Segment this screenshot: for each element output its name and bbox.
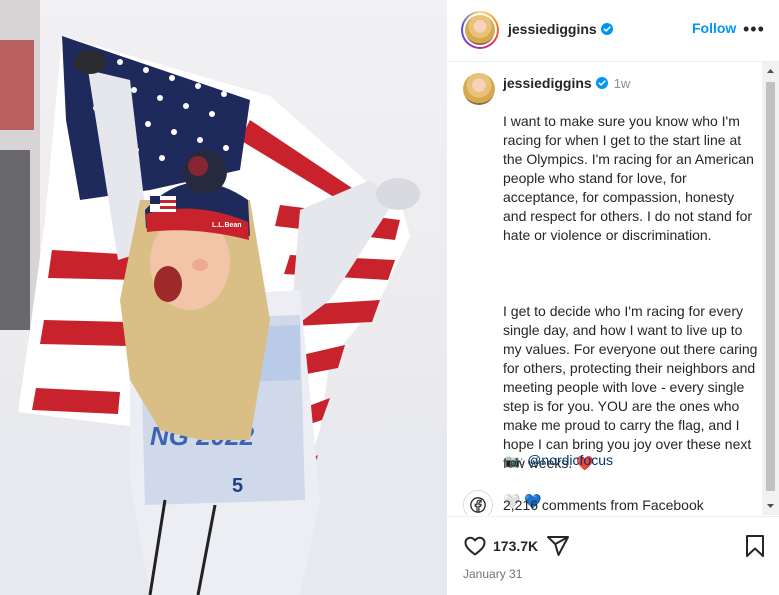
heart-icon[interactable] (463, 534, 487, 558)
bookmark-icon[interactable] (744, 534, 766, 558)
credit-link[interactable]: @nordicfocus (527, 452, 613, 468)
scroll-thumb[interactable] (766, 82, 775, 491)
caption-avatar[interactable] (463, 73, 495, 105)
caption-username[interactable]: jessiediggins (503, 75, 592, 91)
post-photo: NG 2022 5 L.L.Bean (0, 0, 447, 595)
camera-emoji: 📷: (505, 454, 524, 468)
header-username-row[interactable]: jessiediggins (508, 21, 613, 37)
story-avatar[interactable] (461, 11, 499, 49)
verified-icon (600, 23, 613, 35)
post-header: jessiediggins Follow ••• (447, 0, 779, 62)
like-count[interactable]: 173.7K (493, 538, 538, 554)
post-date[interactable]: January 31 (463, 567, 522, 581)
photo-credit: 📷: @nordicfocus (505, 452, 613, 468)
caption-paragraph-1: I want to make sure you know who I'm rac… (503, 113, 754, 243)
svg-text:L.L.Bean: L.L.Bean (212, 222, 242, 229)
post-details-panel: jessiediggins Follow ••• jessiediggins 1w… (447, 0, 779, 595)
caption-paragraph-2: I get to decide who I'm racing for every… (503, 303, 758, 471)
follow-button[interactable]: Follow (692, 20, 736, 36)
scroll-up-icon[interactable] (762, 62, 779, 79)
caption-timestamp[interactable]: 1w (614, 76, 631, 91)
caption-header: jessiediggins 1w (503, 75, 630, 91)
verified-icon (595, 77, 608, 89)
post-actions: 173.7K January 31 (447, 516, 779, 595)
comments-section[interactable]: jessiediggins 1w I want to make sure you … (447, 62, 779, 515)
photo-illustration: NG 2022 5 L.L.Bean (0, 0, 447, 595)
header-username[interactable]: jessiediggins (508, 21, 597, 37)
facebook-comments-row[interactable]: 2,216 comments from Facebook (463, 490, 704, 515)
facebook-comments-text[interactable]: 2,216 comments from Facebook (503, 497, 704, 513)
share-icon[interactable] (546, 534, 570, 558)
scroll-down-icon[interactable] (762, 498, 779, 515)
more-options-icon[interactable]: ••• (743, 20, 764, 38)
avatar (465, 15, 495, 45)
svg-text:5: 5 (232, 475, 243, 497)
facebook-icon (463, 490, 493, 515)
comments-scrollbar[interactable] (762, 62, 779, 515)
